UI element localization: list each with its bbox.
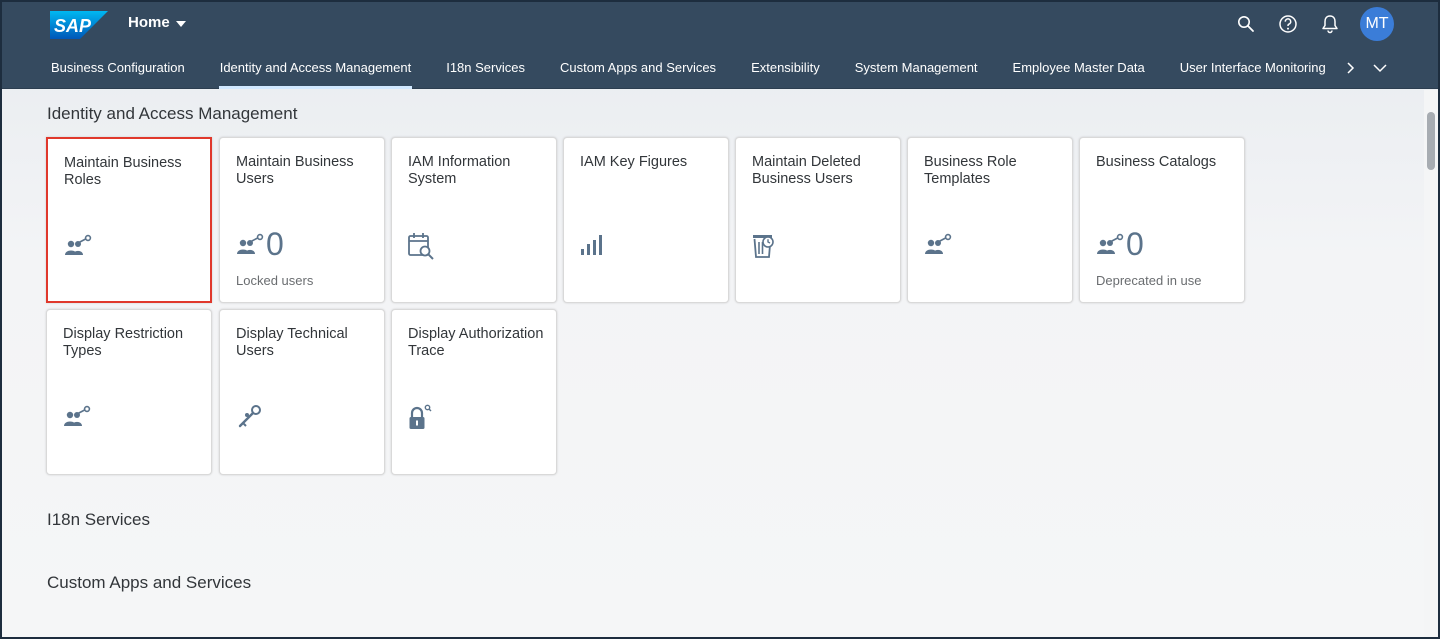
page-content: Identity and Access Management Maintain … [2,90,1426,637]
notifications-button[interactable] [1316,7,1344,41]
lock-search-icon [409,404,432,429]
tile-title: Business Role Templates [924,154,1017,187]
home-menu-button[interactable]: Home [128,14,186,31]
tile-display-technical-users[interactable]: Display Technical Users [219,309,385,475]
tab-custom-apps-and-services[interactable]: Custom Apps and Services [559,46,717,89]
vertical-scrollbar[interactable] [1424,90,1438,637]
shell-actions: MT [1232,7,1394,41]
tab-scroll-right-button[interactable] [1338,56,1362,80]
tile-title: Maintain Business Roles [64,155,182,188]
tile-title: Maintain Deleted Business Users [752,154,861,187]
sap-logo[interactable]: SAP [50,11,108,39]
tile-footer: Locked users [236,273,314,288]
tile-iam-information-system[interactable]: IAM Information System [391,137,557,303]
role-key-icon [237,233,264,254]
tile-kpi-number: 0 [266,226,284,262]
tab-user-interface-monitoring[interactable]: User Interface Monitoring [1179,46,1327,89]
shell-bar: SAP Home MT [2,2,1438,46]
tile-display-authorization-trace[interactable]: Display Authorization Trace [391,309,557,475]
key-wrench-icon [238,405,261,428]
tab-system-management[interactable]: System Management [854,46,979,89]
notification-bell-icon [1322,15,1338,34]
tab-i18n-services[interactable]: I18n Services [445,46,526,89]
tile-maintain-business-roles[interactable]: Maintain Business Roles [46,137,212,303]
calendar-search-icon [408,233,434,260]
help-icon [1279,15,1297,33]
role-key-icon [925,233,952,254]
search-icon [1238,16,1254,32]
section-title-iam: Identity and Access Management [47,104,298,123]
scrollbar-thumb[interactable] [1427,112,1435,170]
home-label: Home [128,14,170,31]
tab-business-configuration[interactable]: Business Configuration [50,46,186,89]
tile-title: Business Catalogs [1096,154,1217,170]
search-button[interactable] [1232,7,1260,41]
role-key-icon [65,234,92,255]
tile-title: IAM Information System [408,154,511,187]
tab-overflow-menu-button[interactable] [1368,56,1392,80]
tab-identity-and-access-management[interactable]: Identity and Access Management [218,46,413,89]
tile-title: Display Technical Users [236,326,348,359]
role-key-icon [1097,233,1124,254]
app-frame: SAP Home MT Business Configuration Ident… [0,0,1440,639]
tile-title: IAM Key Figures [580,154,688,170]
tile-maintain-deleted-business-users[interactable]: Maintain Deleted Business Users [735,137,901,303]
tab-employee-master-data[interactable]: Employee Master Data [1012,46,1146,89]
tab-extensibility[interactable]: Extensibility [750,46,821,89]
tile-maintain-business-users[interactable]: Maintain Business Users 0 Locked users [219,137,385,303]
user-avatar[interactable]: MT [1360,7,1394,41]
tile-business-role-templates[interactable]: Business Role Templates [907,137,1073,303]
tile-iam-key-figures[interactable]: IAM Key Figures [563,137,729,303]
tile-title: Display Authorization Trace [408,326,544,359]
tile-kpi-number: 0 [1126,226,1144,262]
tile-title: Maintain Business Users [236,154,354,187]
trash-clock-icon [753,235,774,258]
section-title-custom-apps: Custom Apps and Services [47,573,252,592]
bar-chart-icon [581,235,602,255]
caret-down-icon [175,20,186,27]
help-button[interactable] [1274,7,1302,41]
tile-title: Display Restriction Types [63,326,184,359]
role-key-icon [64,405,91,426]
space-tab-bar: Business Configuration Identity and Acce… [2,46,1438,89]
tab-list: Business Configuration Identity and Acce… [50,46,1360,89]
chevron-right-icon [1347,62,1355,74]
tile-display-restriction-types[interactable]: Display Restriction Types [46,309,212,475]
tile-business-catalogs[interactable]: Business Catalogs 0 Deprecated in use [1079,137,1245,303]
section-title-i18n: I18n Services [47,510,150,529]
logo-text: SAP [54,16,92,36]
tile-footer: Deprecated in use [1096,273,1202,288]
chevron-down-icon [1373,64,1387,73]
